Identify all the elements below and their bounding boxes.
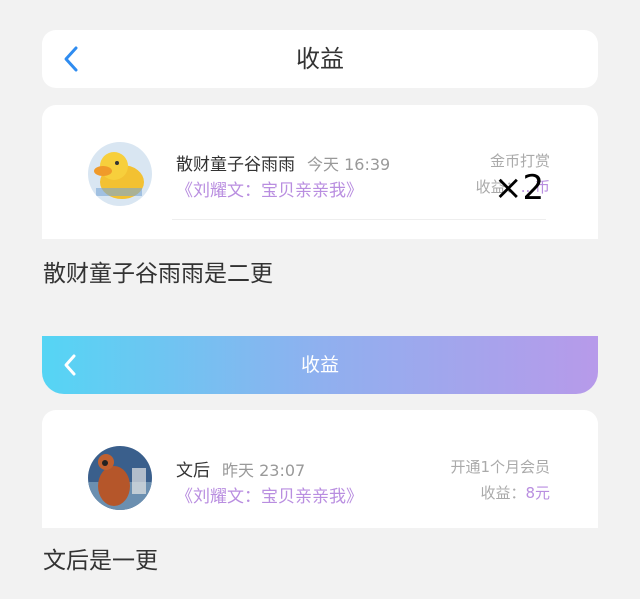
book-title[interactable]: 《刘耀文：宝贝亲亲我》 (176, 482, 363, 507)
book-title[interactable]: 《刘耀文：宝贝亲亲我》 (176, 176, 363, 201)
page-title-2: 收益 (300, 354, 339, 376)
earning-row-2[interactable]: 文后 昨天 23:07 《刘耀文：宝贝亲亲我》 开通1个月会员 收益：8元 (42, 410, 598, 528)
avatar[interactable] (88, 142, 152, 206)
earning: 收益：8元 (480, 482, 550, 503)
timestamp: 昨天 23:07 (222, 461, 306, 480)
earning-label: 收益： (480, 484, 526, 502)
user-name-text: 文后 (176, 461, 210, 481)
divider (172, 219, 546, 220)
avatar[interactable] (88, 446, 152, 510)
duck-avatar-icon (88, 142, 152, 206)
user-name: 文后 昨天 23:07 (176, 456, 305, 481)
caption-1: 散财童子谷雨雨是二更 (43, 261, 273, 287)
user-name: 散财童子谷雨雨 今天 16:39 (176, 150, 390, 175)
user-name-text: 散财童子谷雨雨 (176, 155, 295, 175)
caption-2: 文后是一更 (43, 548, 158, 574)
gradient-header: 收益 (42, 336, 598, 394)
earning-value: 8元 (525, 484, 550, 502)
timestamp: 今天 16:39 (307, 155, 391, 174)
multiplier-overlay: ×2 (494, 168, 545, 208)
reward-type: 开通1个月会员 (450, 458, 550, 476)
page-title: 收益 (296, 45, 344, 73)
top-header: 收益 (42, 30, 598, 88)
bear-avatar-icon (88, 446, 152, 510)
